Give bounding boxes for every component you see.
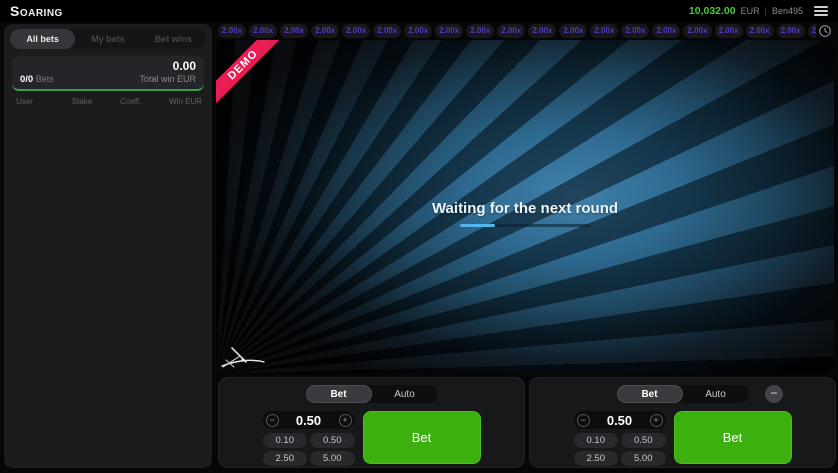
quick-bets-1: 0.100.502.505.00 xyxy=(263,433,355,466)
bets-sidebar: All bets My bets Bet wins 0.00 0/0 Bets … xyxy=(4,24,212,468)
bet-mode-tab-2[interactable]: Bet xyxy=(617,385,683,403)
quick-bet-chip[interactable]: 0.50 xyxy=(621,433,666,448)
decrease-amount-button-1[interactable]: − xyxy=(266,414,279,427)
quick-bet-chip[interactable]: 0.10 xyxy=(574,433,619,448)
multiplier-chip[interactable]: 2.00x xyxy=(342,24,370,38)
bets-summary-card: 0.00 0/0 Bets Total win EUR xyxy=(12,56,204,91)
increase-amount-button-1[interactable]: + xyxy=(339,414,352,427)
tab-bet-wins[interactable]: Bet wins xyxy=(141,29,206,49)
multiplier-chip[interactable]: 2.00x xyxy=(466,24,494,38)
game-canvas: DEMO Waiting for the next round xyxy=(216,40,834,374)
multiplier-chip[interactable]: 2.00x xyxy=(715,24,743,38)
bets-count-label: Bets xyxy=(36,74,54,84)
multiplier-chip[interactable]: 2.00x xyxy=(590,24,618,38)
top-bar: Soaring 10,032.00 EUR | Ben495 xyxy=(0,0,838,22)
bet-panel-1: Bet Auto − 0.50 + 0.100.502.505.00 Bet xyxy=(218,377,525,468)
round-progress-bar xyxy=(460,224,590,227)
multiplier-chip[interactable]: 2.00x xyxy=(497,24,525,38)
increase-amount-button-2[interactable]: + xyxy=(650,414,663,427)
column-user: User xyxy=(16,97,72,106)
multiplier-history: 2.00x2.00x2.00x2.00x2.00x2.00x2.00x2.00x… xyxy=(218,24,816,38)
multiplier-chip[interactable]: 2.00x xyxy=(373,24,401,38)
multiplier-chip[interactable]: 2.00x xyxy=(559,24,587,38)
bet-auto-toggle-1: Bet Auto xyxy=(306,385,438,403)
place-bet-button-2[interactable]: Bet xyxy=(674,411,792,464)
progress-fill xyxy=(460,224,495,227)
decrease-amount-button-2[interactable]: − xyxy=(577,414,590,427)
bets-table-header: User Stake Coeff. Win EUR xyxy=(16,97,202,106)
multiplier-chip[interactable]: 2.00x xyxy=(528,24,556,38)
glider-plane-icon xyxy=(219,340,267,370)
auto-mode-tab-1[interactable]: Auto xyxy=(372,385,438,403)
column-coeff: Coeff. xyxy=(120,97,169,106)
quick-bet-chip[interactable]: 2.50 xyxy=(263,451,308,466)
quick-bets-2: 0.100.502.505.00 xyxy=(574,433,666,466)
multiplier-chip[interactable]: 2.00x xyxy=(652,24,680,38)
multiplier-chip[interactable]: 2.00x xyxy=(683,24,711,38)
multiplier-chip[interactable]: 2.00x xyxy=(621,24,649,38)
quick-bet-chip[interactable]: 0.10 xyxy=(263,433,308,448)
total-win-label: Total win EUR xyxy=(139,74,196,84)
quick-bet-chip[interactable]: 0.50 xyxy=(310,433,355,448)
multiplier-chip[interactable]: 2.00x xyxy=(311,24,339,38)
multiplier-chip[interactable]: 2.00x xyxy=(218,24,246,38)
amount-value-1[interactable]: 0.50 xyxy=(279,413,339,428)
column-stake: Stake xyxy=(72,97,120,106)
bet-auto-toggle-2: Bet Auto xyxy=(617,385,749,403)
bets-count-value: 0/0 xyxy=(20,74,33,85)
multiplier-chip[interactable]: 2.00x xyxy=(404,24,432,38)
multiplier-chip[interactable]: 2.00x xyxy=(435,24,463,38)
amount-value-2[interactable]: 0.50 xyxy=(590,413,650,428)
separator: | xyxy=(765,6,767,16)
hamburger-menu-icon[interactable] xyxy=(814,6,828,16)
balance-value: 10,032.00 xyxy=(689,5,736,17)
account-area: 10,032.00 EUR | Ben495 xyxy=(689,5,828,17)
tab-all-bets[interactable]: All bets xyxy=(10,29,75,49)
round-status: Waiting for the next round xyxy=(216,200,834,227)
multiplier-chip[interactable]: 2.00x xyxy=(808,24,816,38)
waiting-text: Waiting for the next round xyxy=(216,200,834,217)
multiplier-chip[interactable]: 2.00x xyxy=(777,24,805,38)
remove-panel-button[interactable]: − xyxy=(765,385,783,403)
balance-currency: EUR xyxy=(741,6,760,16)
quick-bet-chip[interactable]: 5.00 xyxy=(621,451,666,466)
username: Ben495 xyxy=(772,6,803,16)
total-win-value: 0.00 xyxy=(20,60,196,73)
multiplier-chip[interactable]: 2.00x xyxy=(746,24,774,38)
amount-stepper-2: − 0.50 + xyxy=(574,411,666,429)
app-window: Soaring 10,032.00 EUR | Ben495 All bets … xyxy=(0,0,838,473)
amount-stepper-1: − 0.50 + xyxy=(263,411,355,429)
column-win: Win EUR xyxy=(169,97,202,106)
quick-bet-chip[interactable]: 5.00 xyxy=(310,451,355,466)
place-bet-button-1[interactable]: Bet xyxy=(363,411,481,464)
bet-mode-tab-1[interactable]: Bet xyxy=(306,385,372,403)
tab-my-bets[interactable]: My bets xyxy=(75,29,140,49)
auto-mode-tab-2[interactable]: Auto xyxy=(683,385,749,403)
bets-count: 0/0 Bets xyxy=(20,74,54,85)
quick-bet-chip[interactable]: 2.50 xyxy=(574,451,619,466)
bet-panel-2: Bet Auto − − 0.50 + 0.100.502.505.00 Bet xyxy=(529,377,836,468)
multiplier-chip[interactable]: 2.00x xyxy=(249,24,277,38)
multiplier-chip[interactable]: 2.00x xyxy=(280,24,308,38)
history-clock-icon[interactable] xyxy=(818,24,832,38)
app-logo: Soaring xyxy=(10,3,63,19)
sidebar-tabs: All bets My bets Bet wins xyxy=(10,29,206,49)
